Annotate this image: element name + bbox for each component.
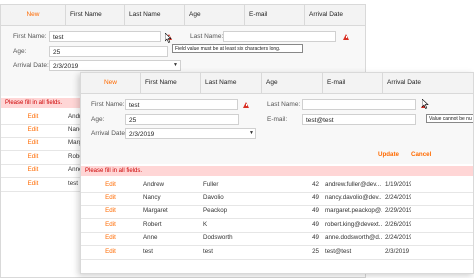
edit-button[interactable]: Edit — [81, 178, 140, 191]
chevron-down-icon[interactable]: ▼ — [173, 62, 178, 68]
front-validation-tooltip: Value cannot be nu — [426, 114, 473, 123]
arrival-date-cell: 2/29/2019 — [385, 207, 411, 214]
front-grid-header: New First Name Last Name Age E-mail Arri… — [81, 73, 473, 94]
back-arrival-date-input[interactable]: 2/3/2019 — [49, 60, 181, 71]
front-header-first-name[interactable]: First Name — [140, 73, 200, 93]
chevron-down-icon[interactable]: ▼ — [249, 130, 254, 136]
email-cell: test@test — [325, 248, 352, 255]
edit-button[interactable]: Edit — [81, 245, 140, 258]
front-error-bar: Please fill in all fields. — [81, 166, 473, 176]
last-name-cell: Peackop — [203, 207, 228, 214]
front-header-email[interactable]: E-mail — [322, 73, 382, 93]
front-header-arrival-date[interactable]: Arrival Date — [382, 73, 473, 93]
edit-button[interactable]: Edit — [81, 231, 140, 244]
edit-button[interactable]: Edit — [81, 204, 140, 217]
table-row: Edit test test 25 test@test 2/3/2019 — [81, 245, 473, 260]
front-first-name-input[interactable]: test — [125, 99, 238, 110]
mouse-pointer-icon — [165, 33, 172, 43]
back-header-age[interactable]: Age — [184, 5, 244, 25]
back-header-last-name[interactable]: Last Name — [124, 5, 184, 25]
first-name-cell: Nancy — [143, 194, 161, 201]
edit-button[interactable]: Edit — [1, 177, 65, 190]
back-header-first-name[interactable]: First Name — [65, 5, 124, 25]
front-new-button[interactable]: New — [81, 73, 140, 93]
back-validation-tooltip: Field value must be at least six charact… — [172, 44, 303, 53]
table-row: Edit Anne Dodsworth 49 anne.dodsworth@d.… — [81, 231, 473, 246]
age-cell: 42 — [312, 181, 319, 188]
email-cell: margaret.peackop@... — [325, 207, 382, 214]
front-edit-form: First Name: test Last Name: Value cannot… — [81, 94, 473, 164]
back-header-arrival-date[interactable]: Arrival Date — [304, 5, 365, 25]
age-cell: 49 — [312, 234, 319, 241]
age-cell: 49 — [312, 221, 319, 228]
front-email-input[interactable]: test@test — [302, 114, 416, 125]
arrival-date-cell: 2/26/2019 — [385, 221, 411, 228]
edit-button[interactable]: Edit — [81, 218, 140, 231]
back-header-email[interactable]: E-mail — [244, 5, 304, 25]
first-name-cell: Anne — [143, 234, 158, 241]
front-age-label: Age: — [91, 116, 105, 123]
table-row: Edit Margaret Peackop 49 margaret.peacko… — [81, 204, 473, 219]
front-arrival-date-input[interactable]: 2/3/2019 — [125, 128, 256, 139]
front-header-last-name[interactable]: Last Name — [200, 73, 261, 93]
mouse-pointer-icon — [422, 99, 429, 109]
cancel-button[interactable]: Cancel — [411, 151, 431, 158]
arrival-date-cell: 2/3/2019 — [385, 248, 410, 255]
back-new-button[interactable]: New — [1, 5, 65, 25]
back-first-name-input[interactable]: test — [49, 31, 161, 42]
edit-button[interactable]: Edit — [1, 150, 65, 163]
update-button[interactable]: Update — [378, 151, 399, 158]
email-cell: nancy.davolio@dev... — [325, 194, 382, 201]
last-name-cell: K — [203, 221, 208, 228]
front-data-grid: New First Name Last Name Age E-mail Arri… — [80, 72, 474, 274]
arrival-date-cell: 2/24/2019 — [385, 194, 411, 201]
age-cell: 25 — [312, 248, 319, 255]
warning-icon — [243, 102, 249, 108]
email-cell: anne.dodsworth@d... — [325, 234, 382, 241]
edit-button[interactable]: Edit — [81, 191, 140, 204]
back-age-label: Age: — [13, 48, 27, 55]
first-name-cell: Andrew — [143, 181, 164, 188]
edit-button[interactable]: Edit — [1, 136, 65, 149]
email-cell: andrew.fuller@dev... — [325, 181, 382, 188]
warning-icon — [343, 34, 349, 40]
first-name-cell: Margaret — [143, 207, 168, 214]
back-grid-header: New First Name Last Name Age E-mail Arri… — [1, 5, 365, 26]
back-last-name-input[interactable] — [223, 31, 336, 42]
back-age-input[interactable]: 25 — [49, 46, 168, 57]
edit-button[interactable]: Edit — [1, 123, 65, 136]
front-email-label: E-mail: — [267, 116, 288, 123]
front-arrival-date-label: Arrival Date: — [91, 130, 127, 137]
back-first-name-label: First Name: — [13, 33, 47, 40]
last-name-cell: Davolio — [203, 194, 224, 201]
last-name-cell: Dodsworth — [203, 234, 233, 241]
arrival-date-cell: 2/24/2019 — [385, 234, 411, 241]
last-name-cell: test — [203, 248, 213, 255]
back-last-name-label: Last Name: — [190, 33, 224, 40]
front-last-name-input[interactable] — [302, 99, 416, 110]
arrival-date-cell: 1/19/2019 — [385, 181, 411, 188]
age-cell: 49 — [312, 194, 319, 201]
front-header-age[interactable]: Age — [261, 73, 322, 93]
edit-button[interactable]: Edit — [1, 163, 65, 176]
first-name-cell: Robert — [143, 221, 162, 228]
email-cell: robert.king@devext... — [325, 221, 382, 228]
last-name-cell: Fuller — [203, 181, 219, 188]
front-age-input[interactable]: 25 — [125, 114, 239, 125]
first-name-cell: test — [143, 248, 153, 255]
front-last-name-label: Last Name: — [267, 101, 301, 108]
edit-button[interactable]: Edit — [1, 110, 65, 123]
age-cell: 49 — [312, 207, 319, 214]
back-arrival-date-label: Arrival Date: — [13, 62, 49, 69]
front-first-name-label: First Name: — [91, 101, 125, 108]
